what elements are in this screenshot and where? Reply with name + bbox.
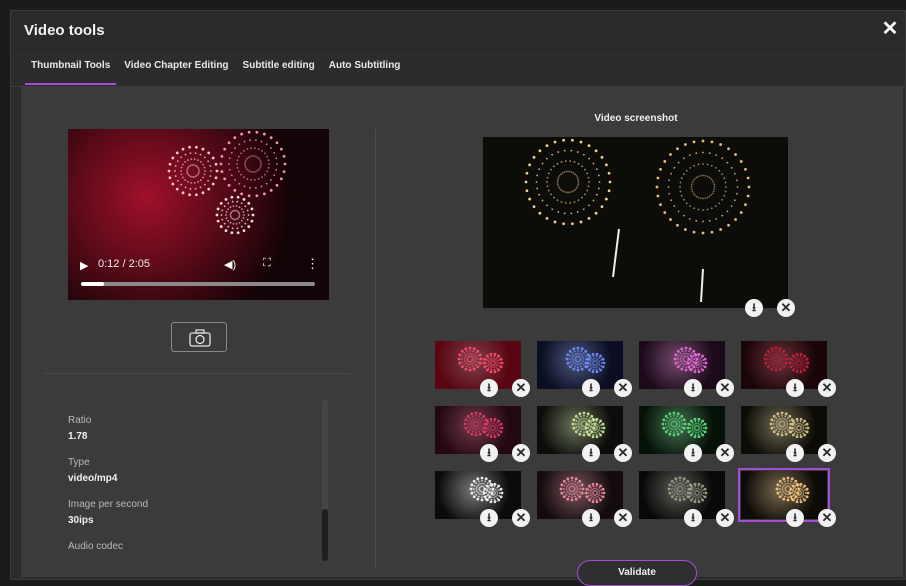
close-circle-icon[interactable]: ✕ [716, 509, 734, 527]
download-icon[interactable]: ⭳ [480, 379, 498, 397]
camera-icon [189, 329, 211, 347]
close-circle-icon[interactable]: ✕ [777, 299, 795, 317]
thumbnail-image [469, 476, 504, 504]
thumbnail-item[interactable] [537, 406, 623, 454]
download-icon[interactable]: ⭳ [786, 379, 804, 397]
close-circle-icon[interactable]: ✕ [614, 379, 632, 397]
thumbnail-image [673, 346, 708, 374]
column-divider [375, 129, 376, 569]
type-value: video/mp4 [68, 473, 118, 484]
dialog-titlebar: Video tools ✕ [11, 11, 905, 53]
thumbnail-image [565, 346, 606, 374]
thumbnail-item[interactable] [639, 406, 725, 454]
audio-codec-label: Audio codec [68, 541, 124, 552]
thumbnail-item[interactable] [738, 468, 830, 522]
close-circle-icon[interactable]: ✕ [818, 379, 836, 397]
validate-button[interactable]: Validate [577, 560, 697, 586]
close-circle-icon[interactable]: ✕ [614, 509, 632, 527]
close-circle-icon[interactable]: ✕ [818, 509, 836, 527]
scrollbar-thumb[interactable] [322, 509, 328, 561]
video-screenshot-image [483, 137, 788, 308]
video-time: 0:12 / 2:05 [98, 258, 150, 270]
tab-subtitle-editing[interactable]: Subtitle editing [237, 55, 321, 85]
download-icon[interactable]: ⭳ [582, 379, 600, 397]
video-controls: ▶ 0:12 / 2:05 ◀) ⛶ ⋮ [68, 240, 329, 300]
ratio-label: Ratio [68, 415, 92, 426]
properties-scrollbar[interactable] [322, 399, 328, 561]
section-divider [45, 373, 351, 374]
thumbnail-image [571, 411, 606, 439]
download-icon[interactable]: ⭳ [480, 444, 498, 462]
tab-thumbnail-tools[interactable]: Thumbnail Tools [25, 55, 117, 85]
close-circle-icon[interactable]: ✕ [512, 444, 530, 462]
download-icon[interactable]: ⭳ [684, 379, 702, 397]
close-circle-icon[interactable]: ✕ [716, 444, 734, 462]
thumbnail-image [667, 476, 708, 504]
thumbnail-image [457, 346, 504, 374]
play-icon[interactable]: ▶ [80, 259, 88, 272]
thumbnail-item[interactable] [741, 406, 827, 454]
download-icon[interactable]: ⭳ [582, 509, 600, 527]
download-icon[interactable]: ⭳ [745, 299, 763, 317]
screenshot-fireworks-image [524, 138, 751, 303]
thumbnail-item[interactable] [435, 471, 521, 519]
video-player[interactable]: ▶ 0:12 / 2:05 ◀) ⛶ ⋮ [68, 129, 329, 300]
more-vertical-icon[interactable]: ⋮ [306, 256, 319, 272]
download-icon[interactable]: ⭳ [786, 444, 804, 462]
video-properties: Ratio 1.78 Type video/mp4 Image per seco… [68, 415, 318, 567]
thumbnail-item[interactable] [639, 471, 725, 519]
tab-bar: Thumbnail Tools Video Chapter Editing Su… [25, 55, 408, 85]
close-circle-icon[interactable]: ✕ [512, 379, 530, 397]
thumbnail-item[interactable] [537, 341, 623, 389]
ratio-value: 1.78 [68, 431, 88, 442]
fps-label: Image per second [68, 499, 149, 510]
thumbnail-image [769, 411, 810, 439]
tab-auto-subtitling[interactable]: Auto Subtitling [323, 55, 407, 85]
close-circle-icon[interactable]: ✕ [716, 379, 734, 397]
tab-video-chapter-editing[interactable]: Video Chapter Editing [118, 55, 234, 85]
download-icon[interactable]: ⭳ [480, 509, 498, 527]
thumbnail-item[interactable] [537, 471, 623, 519]
download-icon[interactable]: ⭳ [786, 509, 804, 527]
download-icon[interactable]: ⭳ [582, 444, 600, 462]
volume-icon[interactable]: ◀) [224, 258, 236, 271]
screenshot-title: Video screenshot [594, 113, 678, 124]
thumbnail-image [463, 411, 504, 439]
thumbnail-image [775, 476, 810, 504]
type-label: Type [68, 457, 90, 468]
video-tools-dialog: Video tools ✕ Thumbnail Tools Video Chap… [10, 10, 906, 586]
close-icon[interactable]: ✕ [879, 18, 901, 40]
fullscreen-icon[interactable]: ⛶ [263, 257, 271, 270]
video-progress-fill [81, 282, 105, 286]
download-icon[interactable]: ⭳ [684, 444, 702, 462]
close-circle-icon[interactable]: ✕ [512, 509, 530, 527]
video-progress-bar[interactable] [81, 282, 315, 286]
dialog-title: Video tools [24, 22, 105, 39]
thumbnail-image [763, 346, 810, 374]
thumbnail-item[interactable] [639, 341, 725, 389]
close-circle-icon[interactable]: ✕ [614, 444, 632, 462]
close-circle-icon[interactable]: ✕ [818, 444, 836, 462]
thumbnail-item[interactable] [435, 341, 521, 389]
thumbnail-item[interactable] [741, 341, 827, 389]
thumbnail-image [661, 411, 708, 439]
take-screenshot-button[interactable] [171, 322, 227, 352]
fps-value: 30ips [68, 515, 94, 526]
thumbnail-image [559, 476, 606, 504]
thumbnail-item[interactable] [435, 406, 521, 454]
download-icon[interactable]: ⭳ [684, 509, 702, 527]
